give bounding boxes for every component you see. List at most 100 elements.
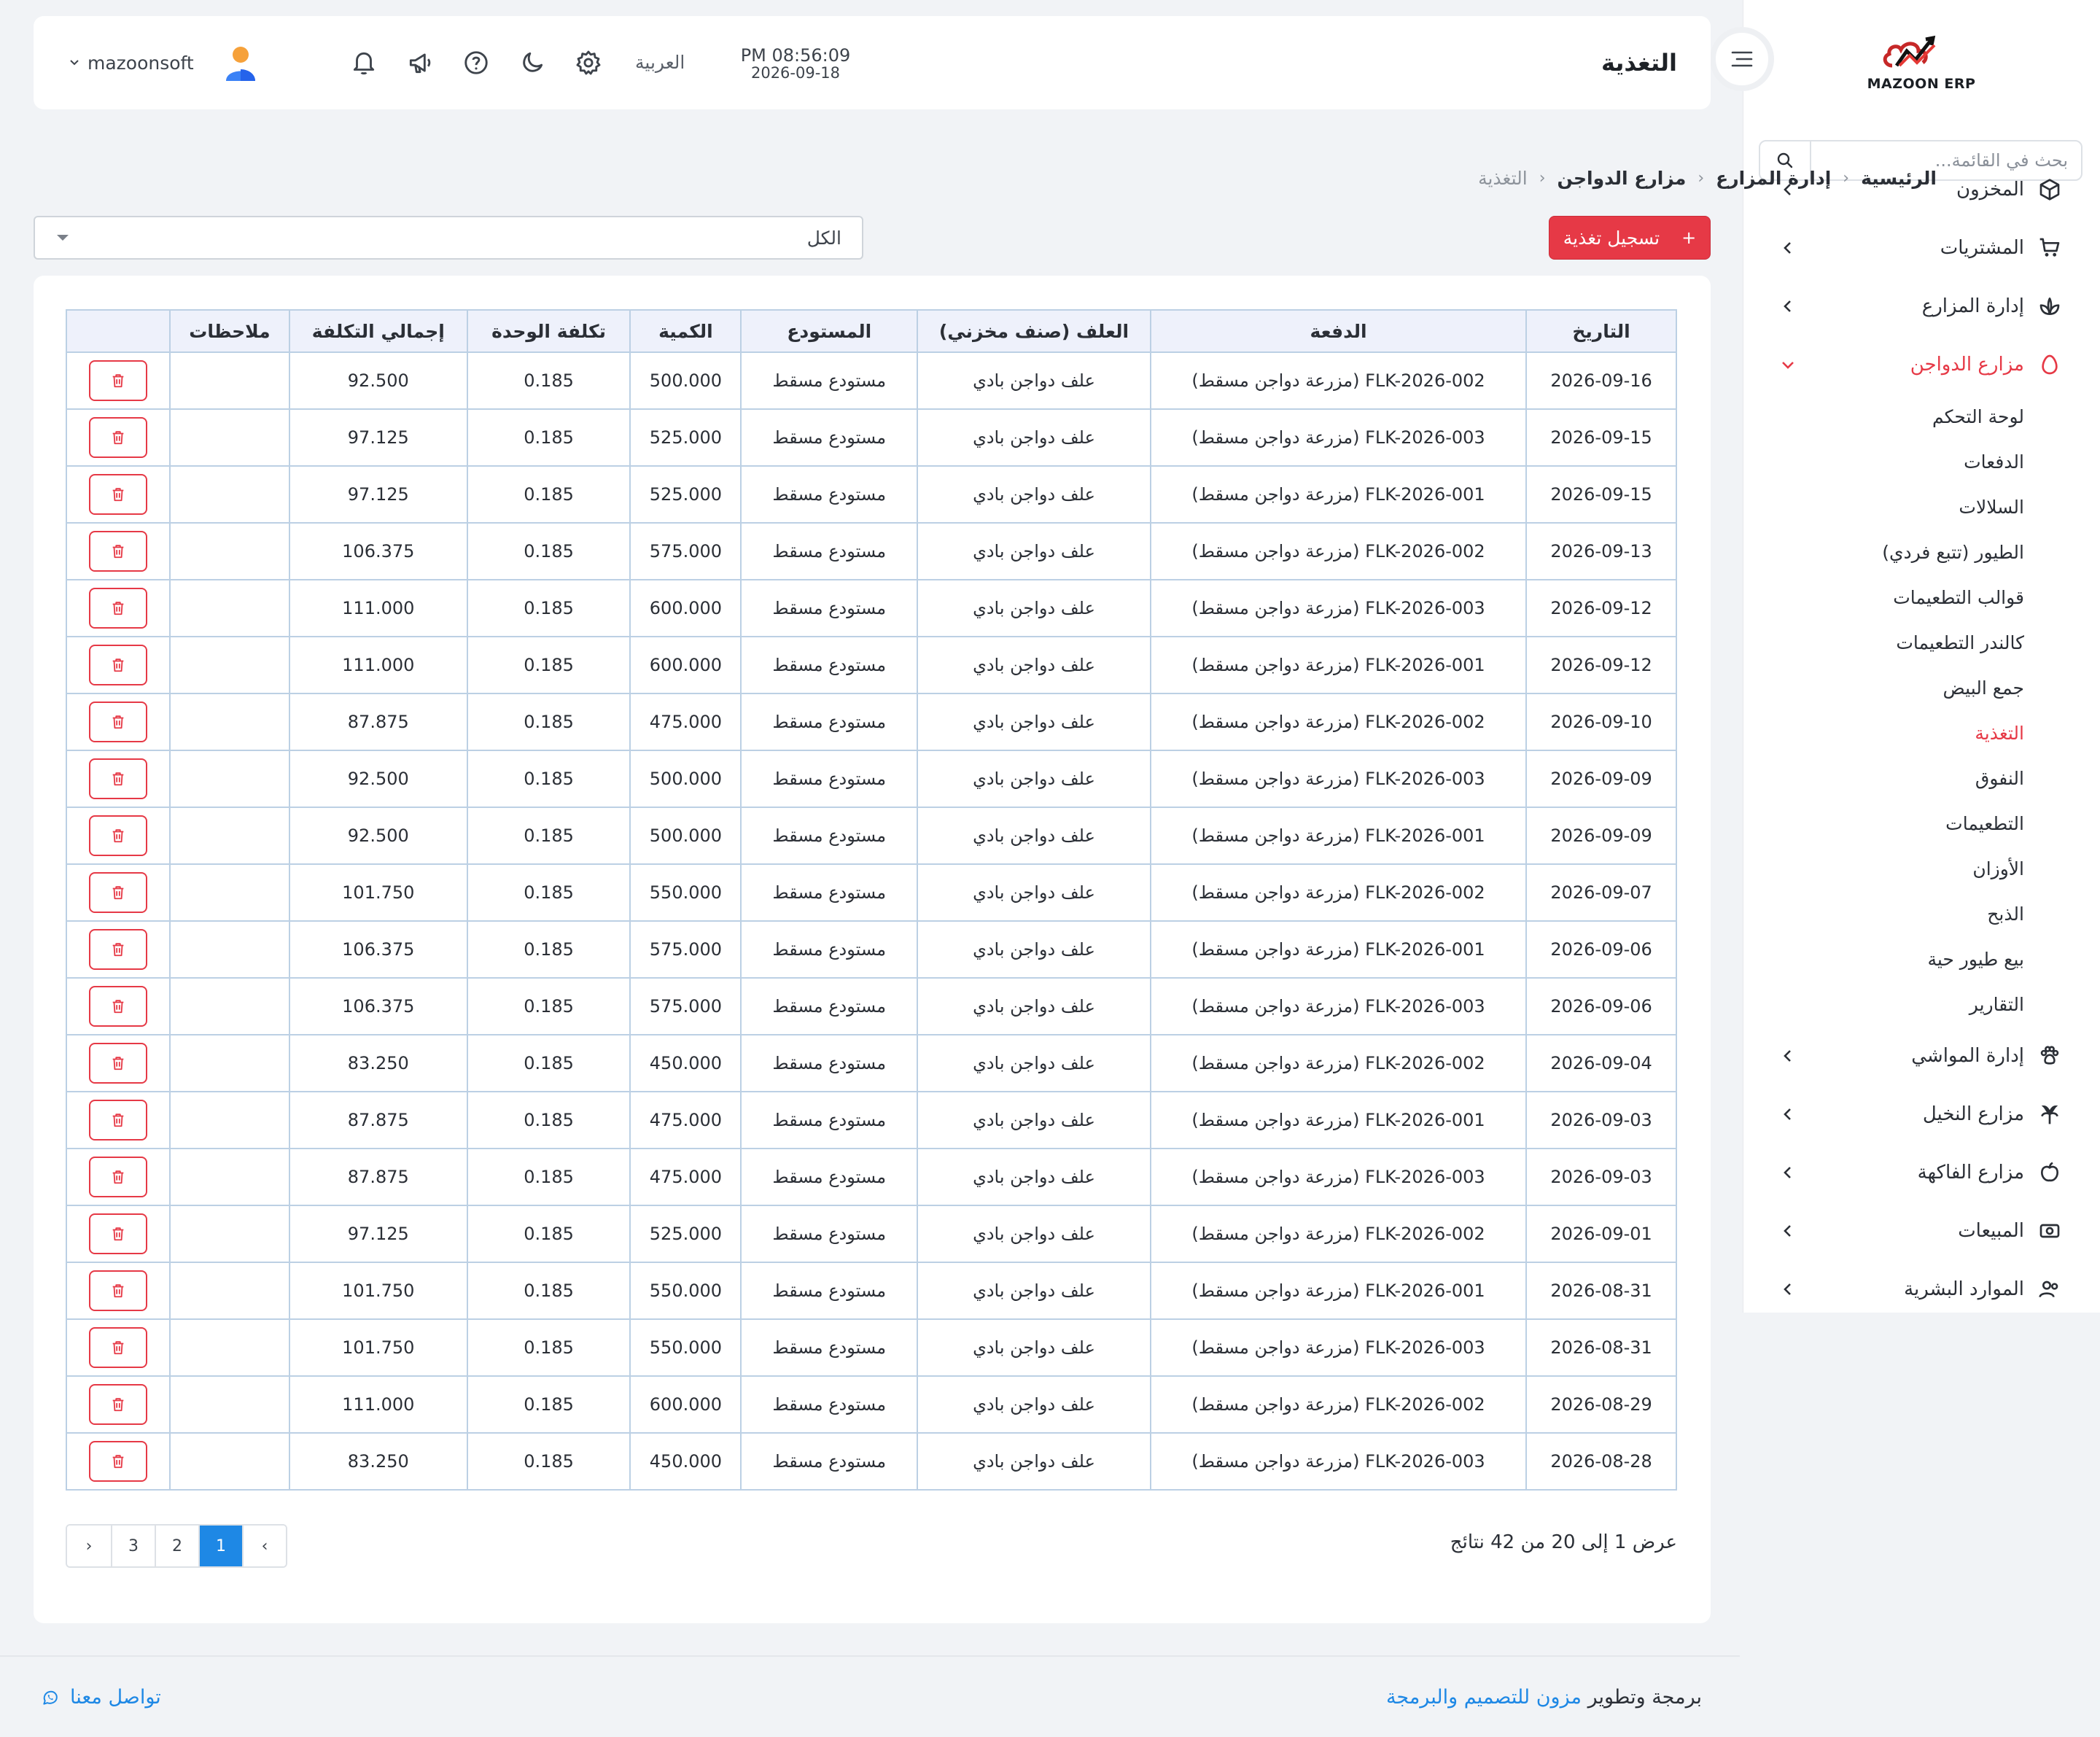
pagination-page-2[interactable]: 2 [155,1526,198,1566]
cell-feed: علف دواجن بادي [917,1034,1151,1092]
delete-row-button[interactable] [88,1270,147,1311]
theme-toggle-button[interactable] [515,45,550,80]
sidebar-item-farm-management[interactable]: إدارة المزارع [1743,277,2100,335]
cell-quantity: 575.000 [629,920,742,979]
cell-batch: FLK-2026-001 (مزرعة دواجن مسقط) [1149,1262,1528,1320]
submenu-item[interactable]: الطيور (تتبع فردي) [1743,529,2024,575]
submenu-item[interactable]: لوحة التحكم [1743,394,2024,439]
cell-unit-cost: 0.185 [466,1375,631,1434]
moon-icon [523,52,543,72]
submenu-item[interactable]: قوالب التطعيمات [1743,575,2024,620]
submenu-item[interactable]: الذبح [1743,891,2024,936]
delete-row-button[interactable] [88,360,147,401]
help-button[interactable] [459,45,494,80]
credit-link[interactable]: مزون للتصميم والبرمجة [1386,1686,1582,1709]
submenu-item[interactable]: الأوزان [1743,846,2024,891]
cell-quantity: 500.000 [629,351,742,410]
trash-icon [112,545,124,559]
cell-feed: علف دواجن بادي [917,920,1151,979]
col-warehouse: المستودع [740,309,919,353]
sidebar-item-fruit-farms[interactable]: مزارع الفاكهة [1743,1143,2100,1202]
submenu-item[interactable]: التقارير [1743,982,2024,1027]
brand-logo[interactable]: MAZOON ERP [1856,29,1987,102]
pagination-page-3[interactable]: 3 [111,1526,155,1566]
sidebar-item-purchases[interactable]: المشتريات [1743,219,2100,277]
settings-button[interactable] [571,45,606,80]
breadcrumb-poultry-farms[interactable]: مزارع الدواجن [1558,168,1687,189]
cell-warehouse: مستودع مسقط [740,1432,919,1491]
table-row: 2026-09-03 FLK-2026-001 (مزرعة دواجن مسقط… [66,1091,1677,1149]
table-row: 2026-09-10 FLK-2026-002 (مزرعة دواجن مسقط… [66,693,1677,751]
cell-feed: علف دواجن بادي [917,1432,1151,1491]
cell-date: 2026-08-29 [1525,1375,1677,1434]
cell-actions [66,750,171,808]
submenu-item[interactable]: جمع البيض [1743,665,2024,710]
submenu-item[interactable]: السلالات [1743,484,2024,529]
cell-actions [66,920,171,979]
delete-row-button[interactable] [88,531,147,572]
delete-row-button[interactable] [88,645,147,685]
sidebar-item-sales[interactable]: المبيعات [1743,1202,2100,1260]
trash-icon [112,1000,124,1014]
sidebar-item-livestock[interactable]: إدارة المواشي [1743,1027,2100,1085]
user-menu[interactable]: mazoonsoft [69,16,257,109]
notifications-button[interactable] [346,45,381,80]
delete-row-button[interactable] [88,1384,147,1425]
contact-us-link[interactable]: تواصل معنا [41,1686,161,1709]
submenu-item[interactable]: كالندر التطعيمات [1743,620,2024,665]
sidebar-item-palm-farms[interactable]: مزارع النخيل [1743,1085,2100,1143]
sidebar-item-poultry-farms[interactable]: مزارع الدواجن [1743,335,2100,394]
delete-row-button[interactable] [88,702,147,742]
plant-icon [2037,294,2062,319]
delete-row-button[interactable] [88,474,147,515]
cell-notes [168,522,290,580]
cell-total-cost: 92.500 [288,351,468,410]
delete-row-button[interactable] [88,872,147,913]
submenu-item[interactable]: الدفعات [1743,439,2024,484]
add-feeding-button[interactable]: + تسجيل تغذية [1549,216,1711,260]
cell-date: 2026-09-01 [1525,1205,1677,1263]
delete-row-button[interactable] [88,1100,147,1140]
submenu-item[interactable]: بيع طيور حية [1743,936,2024,982]
delete-row-button[interactable] [88,1157,147,1197]
breadcrumb-farm-management[interactable]: إدارة المزارع [1716,168,1831,189]
delete-row-button[interactable] [88,417,147,458]
table-row: 2026-09-04 FLK-2026-002 (مزرعة دواجن مسقط… [66,1034,1677,1092]
pagination-next-button[interactable]: › [67,1526,111,1566]
delete-row-button[interactable] [88,1213,147,1254]
language-switch[interactable]: العربية [635,16,685,109]
batch-filter-select[interactable]: الكل [34,216,863,260]
paw-icon [2037,1044,2062,1068]
cell-batch: FLK-2026-001 (مزرعة دواجن مسقط) [1149,465,1528,524]
whatsapp-icon [43,1690,58,1705]
cell-batch: FLK-2026-003 (مزرعة دواجن مسقط) [1149,977,1528,1035]
sidebar-toggle-button[interactable] [1710,27,1774,91]
pagination-page-1[interactable]: 1 [198,1526,242,1566]
sidebar-item-label: مزارع النخيل [1922,1103,2024,1125]
delete-row-button[interactable] [88,758,147,799]
submenu-item-active[interactable]: التغذية [1743,710,2024,755]
delete-row-button[interactable] [88,1327,147,1368]
cell-unit-cost: 0.185 [466,636,631,694]
breadcrumb-home[interactable]: الرئيسية [1861,168,1937,189]
sidebar-item-label: المخزون [1956,179,2024,201]
delete-row-button[interactable] [88,1441,147,1482]
submenu-item[interactable]: التطعيمات [1743,801,2024,846]
cell-warehouse: مستودع مسقط [740,1262,919,1320]
delete-row-button[interactable] [88,815,147,856]
cell-total-cost: 83.250 [288,1034,468,1092]
announcements-button[interactable] [402,45,438,80]
cell-batch: FLK-2026-001 (مزرعة دواجن مسقط) [1149,807,1528,865]
submenu-item[interactable]: النفوق [1743,755,2024,801]
sidebar-item-hr[interactable]: الموارد البشرية [1743,1260,2100,1313]
delete-row-button[interactable] [88,929,147,970]
cell-notes [168,579,290,637]
cell-notes [168,1091,290,1149]
delete-row-button[interactable] [88,1043,147,1084]
table-row: 2026-09-06 FLK-2026-001 (مزرعة دواجن مسقط… [66,920,1677,979]
delete-row-button[interactable] [88,588,147,629]
delete-row-button[interactable] [88,986,147,1027]
pagination-prev-button[interactable]: ‹ [242,1526,286,1566]
trash-icon [112,772,124,786]
cell-notes [168,693,290,751]
